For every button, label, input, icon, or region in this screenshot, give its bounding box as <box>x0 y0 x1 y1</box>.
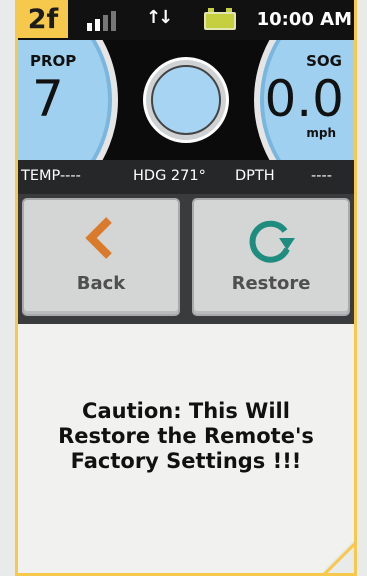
heading-readout: HDG 271° <box>133 168 206 184</box>
depth-label: DPTH <box>235 168 275 184</box>
restore-button[interactable]: Restore <box>192 198 350 316</box>
status-bar: ↑↓ 10:00 AM <box>18 0 354 40</box>
back-button[interactable]: Back <box>22 198 180 316</box>
corner-cut <box>316 538 354 573</box>
battery-icon <box>204 8 236 30</box>
sog-unit: mph <box>306 126 336 140</box>
chevron-left-icon <box>85 217 112 259</box>
data-transfer-icon: ↑↓ <box>146 7 173 28</box>
prop-label: PROP <box>30 52 77 70</box>
sog-value: 0.0 <box>264 70 344 128</box>
remote-device-screen: ↑↓ 10:00 AM PROP 7 SOG 0.0 mph TEMP---- … <box>15 0 357 576</box>
readout-bar: TEMP---- HDG 271° DPTH ---- <box>18 160 354 194</box>
depth-readout: ---- <box>311 168 332 184</box>
caution-message: Caution: This Will Restore the Remote's … <box>58 399 314 473</box>
back-button-label: Back <box>76 273 126 294</box>
status-time: 10:00 AM <box>256 9 352 30</box>
sog-label: SOG <box>306 52 342 70</box>
center-dial <box>143 57 229 143</box>
restore-button-label: Restore <box>231 273 311 294</box>
screen-tag: 2f <box>18 0 68 38</box>
signal-strength-icon <box>87 11 116 31</box>
restore-icon <box>249 220 295 263</box>
gauge-cluster: PROP 7 SOG 0.0 mph <box>18 40 354 160</box>
message-panel: Caution: This Will Restore the Remote's … <box>18 324 354 573</box>
prop-value: 7 <box>32 70 64 128</box>
center-dial-face <box>151 65 221 135</box>
temp-readout: TEMP---- <box>21 168 81 184</box>
